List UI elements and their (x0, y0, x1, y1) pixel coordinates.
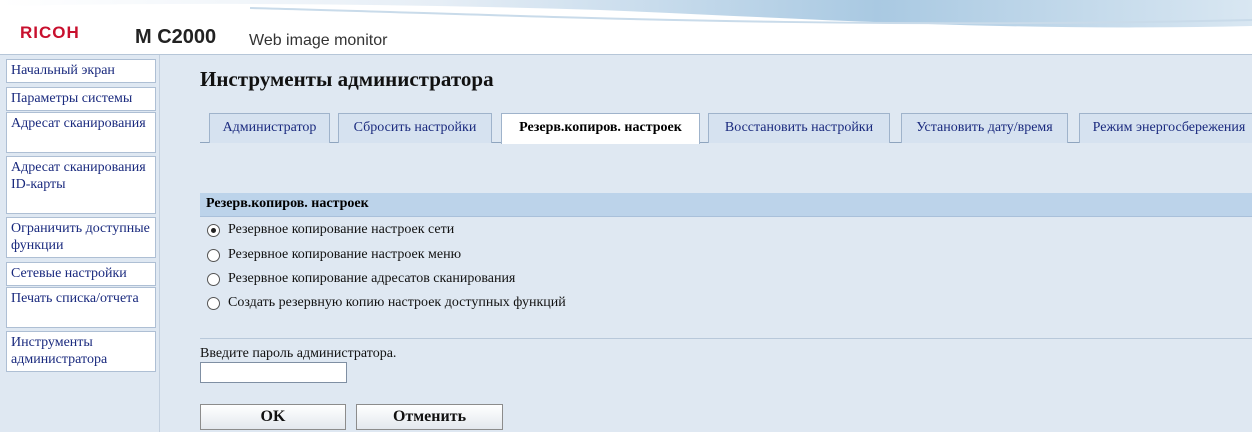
option-backup-menu-settings[interactable]: Резервное копирование настроек меню (207, 245, 461, 265)
option-label: Резервное копирование адресатов сканиров… (228, 271, 516, 286)
sidebar-item-system-settings[interactable]: Параметры системы (6, 87, 156, 111)
header-bar: RICOH M C2000 Web image monitor (0, 0, 1252, 55)
radio-button[interactable] (207, 248, 220, 262)
cancel-button[interactable]: Отменить (356, 404, 503, 430)
sidebar-item-print-list-report[interactable]: Печать списка/отчета (6, 287, 156, 328)
option-label: Резервное копирование настроек меню (228, 247, 462, 262)
tab-administrator[interactable]: Администратор (209, 113, 330, 143)
page-title: Инструменты администратора (200, 67, 494, 91)
sidebar-item-restrict-functions[interactable]: Ограничить доступные функции (6, 217, 156, 258)
model-name: M C2000 (135, 26, 217, 48)
sidebar-item-label: Ограничить доступные функции (11, 221, 150, 253)
option-label: Резервное копирование настроек сети (228, 222, 455, 237)
option-label: Создать резервную копию настроек доступн… (228, 295, 566, 310)
option-backup-network-settings[interactable]: Резервное копирование настроек сети (207, 220, 454, 240)
radio-button[interactable] (207, 272, 220, 286)
sidebar-item-label: Печать списка/отчета (11, 291, 139, 306)
header-divider (0, 54, 1252, 55)
tab-set-date-time[interactable]: Установить дату/время (901, 113, 1068, 143)
tab-reset-settings[interactable]: Сбросить настройки (338, 113, 492, 143)
sidebar-item-label: Параметры системы (11, 91, 133, 106)
sidebar-item-label: Адресат сканирования (11, 116, 146, 131)
radio-button[interactable] (207, 223, 220, 237)
section-header: Резерв.копиров. настроек (200, 193, 1252, 217)
option-backup-available-functions[interactable]: Создать резервную копию настроек доступн… (207, 293, 566, 313)
sidebar-item-label: Инструменты администратора (11, 335, 108, 367)
sidebar-item-admin-tools[interactable]: Инструменты администратора (6, 331, 156, 372)
sidebar-item-id-card-scan-destination[interactable]: Адресат сканирования ID-карты (6, 156, 156, 214)
tab-bar: Администратор Сбросить настройки Резерв.… (200, 113, 1252, 144)
app-name: Web image monitor (249, 32, 388, 49)
radio-button[interactable] (207, 296, 220, 310)
password-input[interactable] (200, 362, 347, 383)
password-label: Введите пароль администратора. (200, 346, 397, 361)
sidebar-item-network-settings[interactable]: Сетевые настройки (6, 262, 156, 286)
ricoh-logo: RICOH (20, 23, 80, 42)
ok-button[interactable]: OK (200, 404, 346, 430)
section-title: Резерв.копиров. настроек (206, 196, 369, 211)
sidebar-item-scan-destination[interactable]: Адресат сканирования (6, 112, 156, 153)
sidebar-item-home[interactable]: Начальный экран (6, 59, 156, 83)
sidebar-item-label: Адресат сканирования ID-карты (11, 160, 146, 192)
tab-backup-settings[interactable]: Резерв.копиров. настроек (501, 113, 700, 144)
sidebar-item-label: Сетевые настройки (11, 266, 127, 281)
sidebar: Начальный экран Параметры системы Адреса… (0, 55, 160, 432)
sidebar-item-label: Начальный экран (11, 63, 115, 78)
tab-energy-saver[interactable]: Режим энергосбережения (1079, 113, 1252, 143)
content-divider (200, 338, 1252, 339)
tab-restore-settings[interactable]: Восстановить настройки (708, 113, 890, 143)
option-backup-scan-destinations[interactable]: Резервное копирование адресатов сканиров… (207, 269, 515, 289)
